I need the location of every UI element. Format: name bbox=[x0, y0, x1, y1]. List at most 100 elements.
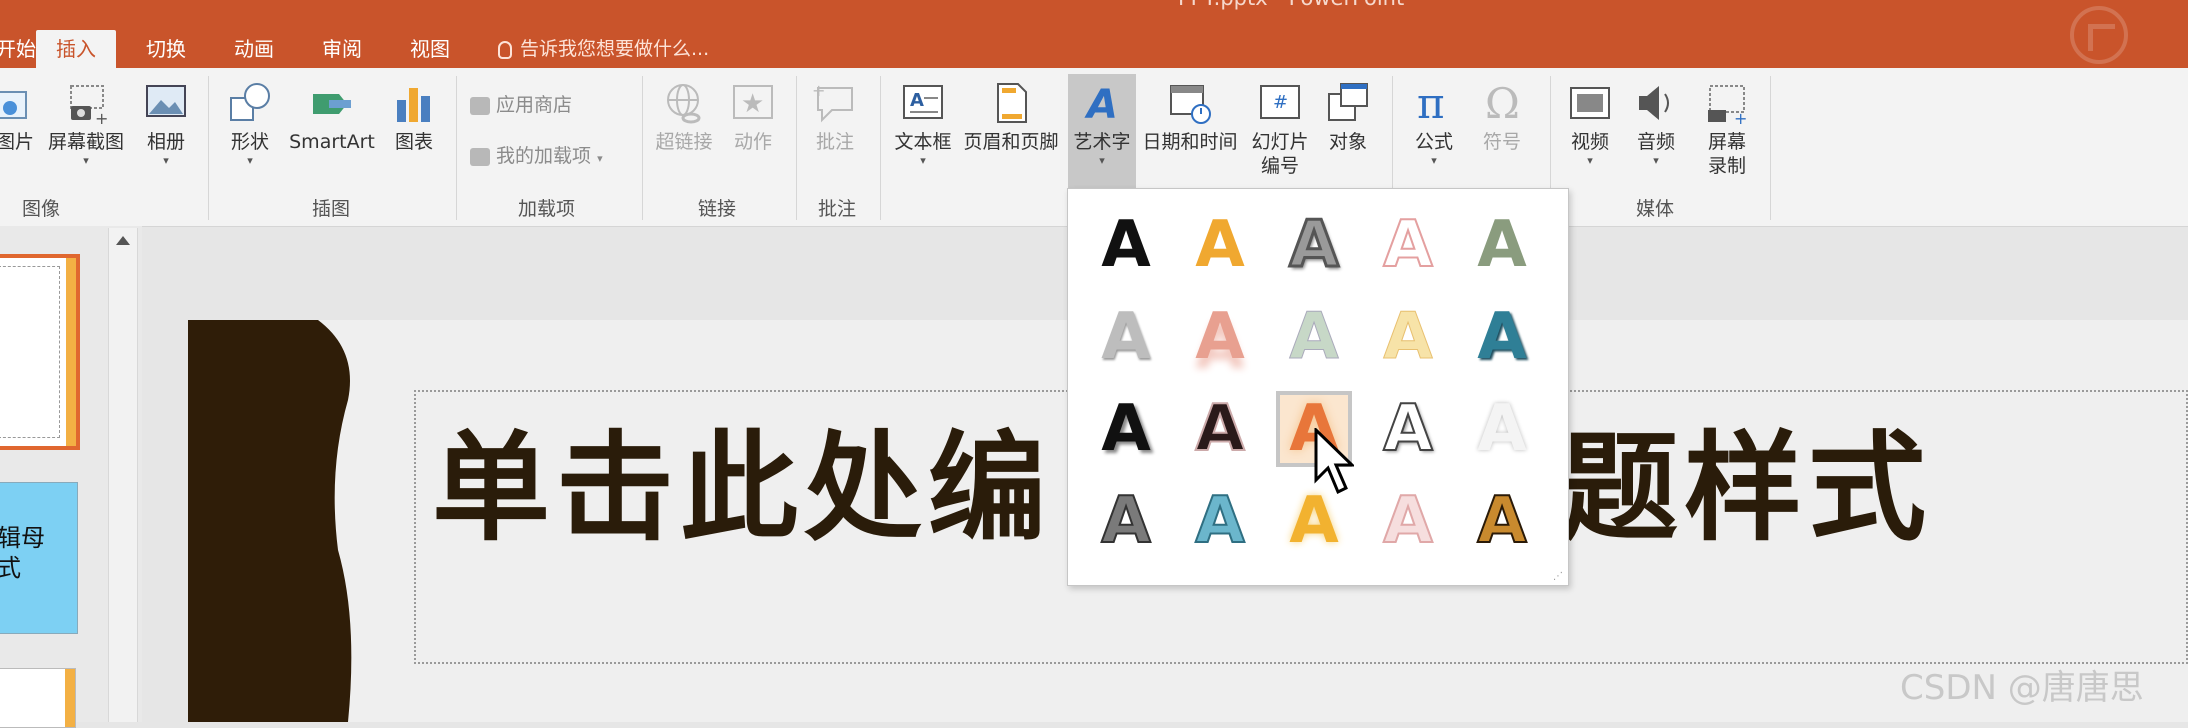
screen-recording-button[interactable]: + 屏幕 录制 bbox=[1700, 80, 1754, 178]
svg-text:+: + bbox=[812, 81, 825, 100]
symbol-button[interactable]: Ω 符号 bbox=[1474, 79, 1530, 154]
hyperlink-button[interactable]: 超链接 bbox=[652, 80, 716, 154]
slide-number-icon: # bbox=[1257, 80, 1303, 126]
equation-button[interactable]: π 公式 ▾ bbox=[1406, 79, 1462, 168]
svg-text:A: A bbox=[1084, 82, 1118, 126]
screenshot-button[interactable]: + 屏幕截图 ▾ bbox=[44, 80, 128, 168]
wordart-button[interactable]: A 艺术字 ▾ bbox=[1068, 74, 1136, 198]
wordart-style-dark-outline[interactable]: A bbox=[1182, 391, 1258, 467]
accent-bar bbox=[66, 258, 76, 446]
screenshot-icon: + bbox=[63, 80, 109, 128]
chevron-down-icon: ▾ bbox=[1431, 154, 1437, 167]
omega-icon: Ω bbox=[1479, 79, 1525, 128]
svg-text:#: # bbox=[1273, 92, 1288, 113]
tab-review[interactable]: 审阅 bbox=[302, 30, 382, 68]
pictures-button[interactable]: 图片 bbox=[0, 80, 40, 154]
wordart-style-white-soft[interactable]: A bbox=[1464, 391, 1540, 467]
slide-thumbnail[interactable] bbox=[0, 668, 76, 728]
svg-text:Ω: Ω bbox=[1485, 80, 1520, 126]
slide-thumbnail[interactable] bbox=[0, 254, 80, 450]
video-button[interactable]: 视频 ▾ bbox=[1564, 80, 1616, 168]
watermark: CSDN @唐唐思 bbox=[1900, 668, 2144, 708]
wordart-style-blue-pattern[interactable]: A bbox=[1182, 483, 1258, 559]
smartart-button[interactable]: SmartArt bbox=[288, 80, 376, 154]
shapes-button[interactable]: 形状 ▾ bbox=[222, 80, 278, 168]
svg-text:+: + bbox=[95, 109, 108, 126]
wordart-icon: A bbox=[1079, 80, 1125, 128]
slide-title-left: 单击此处编 bbox=[432, 418, 1053, 557]
my-addins-button[interactable]: 我的加载项 ▾ bbox=[470, 141, 603, 171]
chevron-down-icon: ▾ bbox=[1587, 154, 1593, 167]
screen-record-icon: + bbox=[1704, 80, 1750, 128]
header-footer-button[interactable]: 页眉和页脚 bbox=[960, 80, 1062, 154]
textbox-button[interactable]: A 文本框 ▾ bbox=[890, 80, 956, 168]
wordart-style-pale-yellow-outline[interactable]: A bbox=[1370, 299, 1446, 375]
pi-icon: π bbox=[1411, 79, 1457, 128]
chevron-down-icon: ▾ bbox=[1653, 154, 1659, 167]
star-action-icon: ★ bbox=[730, 80, 776, 126]
group-label-comments: 批注 bbox=[818, 198, 857, 220]
mouse-cursor-icon bbox=[1314, 428, 1354, 495]
tab-view[interactable]: 视图 bbox=[390, 30, 470, 68]
ribbon-separator bbox=[456, 76, 457, 220]
chevron-down-icon: ▾ bbox=[163, 154, 169, 167]
wordart-style-pink-pattern[interactable]: A bbox=[1370, 483, 1446, 559]
picture-icon bbox=[0, 80, 38, 126]
slide-title-right: 题样式 bbox=[1560, 418, 1933, 557]
tab-transitions[interactable]: 切换 bbox=[126, 30, 206, 68]
wordart-style-white-outline-shadow[interactable]: A bbox=[1370, 391, 1446, 467]
wordart-style-teal-bevel[interactable]: A bbox=[1464, 299, 1540, 375]
calendar-clock-icon bbox=[1167, 80, 1213, 126]
wordart-style-black-shadow[interactable]: A bbox=[1088, 391, 1164, 467]
group-label-illustrations: 插图 bbox=[312, 198, 351, 220]
slide-number-button[interactable]: # 幻灯片 编号 bbox=[1248, 80, 1312, 178]
wordart-style-gold-stripes[interactable]: A bbox=[1464, 483, 1540, 559]
photo-album-button[interactable]: 相册 ▾ bbox=[140, 80, 192, 168]
chevron-down-icon: ▾ bbox=[247, 154, 253, 167]
group-label-images: 图像 bbox=[22, 198, 61, 220]
placeholder-outline bbox=[0, 266, 60, 438]
wordart-style-olive-gradient[interactable]: A bbox=[1464, 207, 1540, 283]
chevron-down-icon: ▾ bbox=[83, 154, 89, 167]
resize-grip-icon[interactable]: ⋰ bbox=[1553, 571, 1564, 582]
thumbnail-scrollbar[interactable] bbox=[108, 228, 138, 722]
chevron-down-icon: ▾ bbox=[597, 152, 603, 165]
ribbon-separator bbox=[1770, 76, 1771, 220]
ribbon-separator bbox=[208, 76, 209, 220]
audio-button[interactable]: 音频 ▾ bbox=[1630, 80, 1682, 168]
chart-icon bbox=[391, 80, 437, 126]
store-button[interactable]: 应用商店 bbox=[470, 90, 572, 120]
header-footer-icon bbox=[988, 80, 1034, 126]
wordart-style-gray-pattern[interactable]: A bbox=[1088, 483, 1164, 559]
scroll-up-icon[interactable] bbox=[116, 236, 130, 245]
slide-thumbnail[interactable]: 辑母 式 bbox=[0, 482, 78, 634]
chart-button[interactable]: 图表 bbox=[390, 80, 438, 154]
comment-button[interactable]: + 批注 bbox=[810, 80, 860, 154]
svg-text:π: π bbox=[1417, 80, 1445, 126]
tab-insert[interactable]: 插入 bbox=[36, 30, 116, 68]
speaker-icon bbox=[1633, 80, 1679, 126]
addins-icon bbox=[470, 147, 490, 166]
wordart-style-light-gray[interactable]: A bbox=[1088, 299, 1164, 375]
wordart-style-pink-outline[interactable]: A bbox=[1370, 207, 1446, 283]
action-button[interactable]: ★ 动作 bbox=[728, 80, 778, 154]
svg-text:★: ★ bbox=[741, 89, 764, 119]
album-icon bbox=[143, 80, 189, 126]
logo-icon bbox=[2070, 6, 2128, 64]
wordart-style-pale-green[interactable]: A bbox=[1276, 299, 1352, 375]
tell-me-box[interactable]: 告诉我您想要做什么... bbox=[498, 30, 709, 68]
lightbulb-icon bbox=[498, 40, 512, 59]
wordart-style-plain-black[interactable]: A bbox=[1088, 207, 1164, 283]
object-button[interactable]: 对象 bbox=[1324, 80, 1372, 154]
tab-animations[interactable]: 动画 bbox=[214, 30, 294, 68]
date-time-button[interactable]: 日期和时间 bbox=[1140, 80, 1240, 154]
textbox-icon: A bbox=[900, 80, 946, 126]
wordart-style-gray-outline-shadow[interactable]: A bbox=[1276, 207, 1352, 284]
wordart-style-orange-gradient[interactable]: A bbox=[1182, 207, 1258, 283]
group-label-links: 链接 bbox=[698, 198, 737, 220]
wordart-gallery: A A A A A A A A A A A A A A A A A A A A … bbox=[1067, 188, 1569, 586]
wordart-style-red-reflection[interactable]: A bbox=[1182, 299, 1258, 375]
window-title: PPT.pptx - PowerPoint bbox=[1178, 0, 1404, 10]
globe-link-icon bbox=[661, 80, 707, 126]
tell-me-text: 告诉我您想要做什么... bbox=[520, 38, 710, 60]
